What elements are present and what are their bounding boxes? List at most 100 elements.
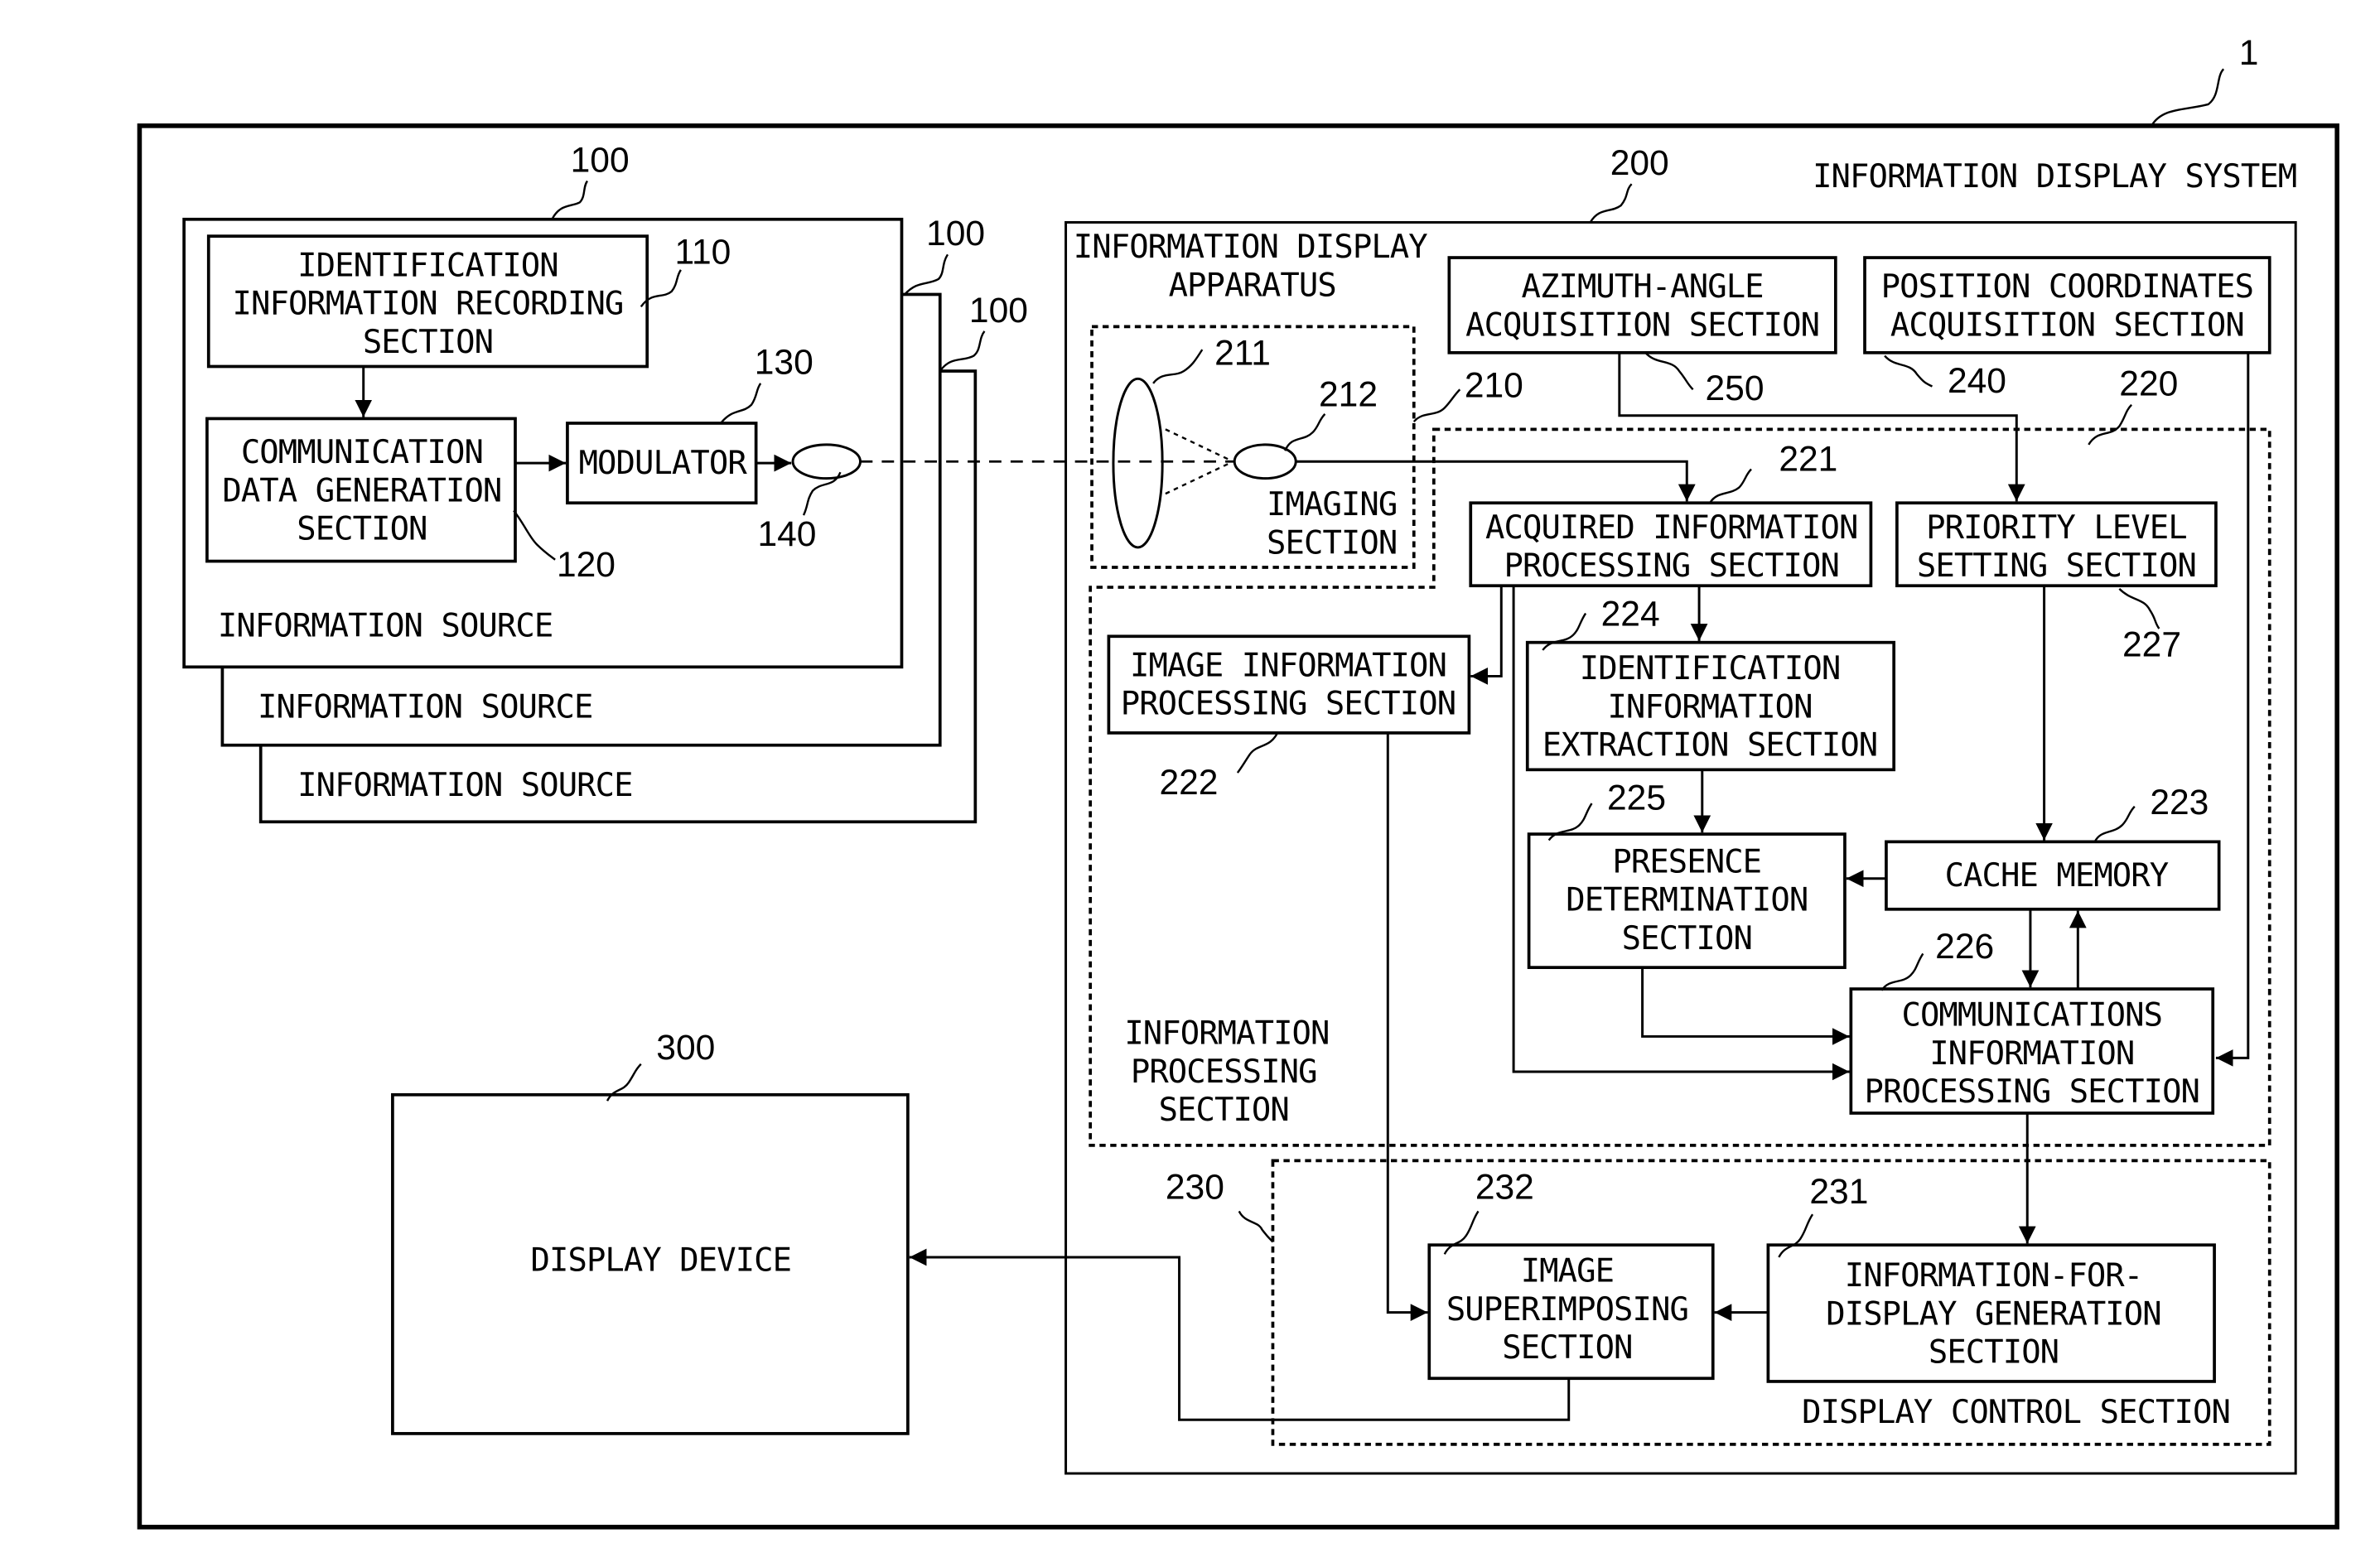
svg-text:DISPLAY DEVICE: DISPLAY DEVICE xyxy=(531,1242,792,1280)
apparatus-label-1: INFORMATION DISPLAY xyxy=(1074,229,1427,266)
svg-text:IMAGE: IMAGE xyxy=(1521,1253,1614,1290)
lens-icon xyxy=(1112,377,1164,549)
svg-text:ACQUIRED INFORMATION: ACQUIRED INFORMATION xyxy=(1485,509,1857,547)
svg-text:IMAGE INFORMATION: IMAGE INFORMATION xyxy=(1130,647,1446,684)
leader-line xyxy=(1412,388,1461,422)
svg-text:PROCESSING SECTION: PROCESSING SECTION xyxy=(1504,547,1839,585)
info-source-label-2: INFORMATION SOURCE xyxy=(258,688,592,726)
leader-line xyxy=(1709,468,1752,504)
display-device: DISPLAY DEVICE xyxy=(391,1092,910,1435)
svg-text:PROCESSING SECTION: PROCESSING SECTION xyxy=(1865,1073,2199,1111)
ref-240: 240 xyxy=(1948,361,2006,401)
processing-label-3: SECTION xyxy=(1159,1092,1289,1129)
position-coordinates-acquisition-section: POSITION COORDINATES ACQUISITION SECTION xyxy=(1863,256,2271,354)
presence-determination-section: PRESENCE DETERMINATION SECTION xyxy=(1527,832,1847,969)
ref-100-c: 100 xyxy=(969,291,1028,330)
svg-text:INFORMATION-FOR-: INFORMATION-FOR- xyxy=(1845,1257,2143,1295)
svg-text:ACQUISITION SECTION: ACQUISITION SECTION xyxy=(1465,306,1819,344)
ref-212: 212 xyxy=(1319,375,1378,415)
id-recording-section: IDENTIFICATION INFORMATION RECORDING SEC… xyxy=(206,234,649,369)
system-ref: 1 xyxy=(2239,33,2259,73)
ref-211: 211 xyxy=(1214,334,1271,374)
cache-memory: CACHE MEMORY xyxy=(1885,840,2221,911)
apparatus-label-2: APPARATUS xyxy=(1169,267,1336,304)
processing-label-2: PROCESSING xyxy=(1131,1054,1317,1091)
modulator: MODULATOR xyxy=(566,422,758,505)
svg-text:SECTION: SECTION xyxy=(1622,920,1752,957)
ref-222: 222 xyxy=(1159,763,1218,803)
svg-text:CACHE MEMORY: CACHE MEMORY xyxy=(1945,857,2169,894)
svg-text:INFORMATION: INFORMATION xyxy=(1929,1035,2134,1073)
block-diagram: INFORMATION DISPLAY SYSTEM 1 INFORMATION… xyxy=(137,33,2339,1530)
info-source-label-1: INFORMATION SOURCE xyxy=(218,607,553,644)
display-control-label: DISPLAY CONTROL SECTION xyxy=(1802,1394,2230,1431)
light-ray xyxy=(1165,428,1231,461)
leader-line xyxy=(2093,805,2136,842)
leader-line xyxy=(1238,1210,1274,1243)
ref-250: 250 xyxy=(1705,369,1764,408)
emitter-icon xyxy=(791,443,862,480)
svg-text:ACQUISITION SECTION: ACQUISITION SECTION xyxy=(1890,306,2244,344)
ref-100-b: 100 xyxy=(926,214,985,253)
ref-224: 224 xyxy=(1601,594,1660,634)
leader-line xyxy=(939,330,986,372)
ref-227: 227 xyxy=(2122,624,2181,664)
image-information-processing-section: IMAGE INFORMATION PROCESSING SECTION xyxy=(1107,634,1471,735)
processing-label-1: INFORMATION xyxy=(1124,1015,1329,1053)
info-source-label-3: INFORMATION SOURCE xyxy=(297,767,632,804)
ref-230: 230 xyxy=(1166,1168,1224,1208)
ref-200: 200 xyxy=(1610,143,1669,183)
leader-line xyxy=(2118,588,2160,629)
ref-231: 231 xyxy=(1809,1172,1868,1212)
leader-line xyxy=(1644,351,1694,391)
svg-text:DETERMINATION: DETERMINATION xyxy=(1566,882,1808,919)
image-superimposing-section: IMAGE SUPERIMPOSING SECTION xyxy=(1427,1243,1715,1381)
ref-226: 226 xyxy=(1935,927,1994,967)
ref-300: 300 xyxy=(656,1028,715,1068)
system-label: INFORMATION DISPLAY SYSTEM xyxy=(1813,158,2296,195)
svg-text:COMMUNICATION: COMMUNICATION xyxy=(241,434,483,471)
ref-120: 120 xyxy=(557,545,616,585)
svg-text:MODULATOR: MODULATOR xyxy=(579,445,748,482)
svg-text:INFORMATION RECORDING: INFORMATION RECORDING xyxy=(233,286,624,323)
svg-text:SECTION: SECTION xyxy=(363,324,493,361)
information-for-display-generation-section: INFORMATION-FOR- DISPLAY GENERATION SECT… xyxy=(1766,1243,2216,1383)
svg-text:SECTION: SECTION xyxy=(1929,1334,2059,1372)
svg-text:EXTRACTION SECTION: EXTRACTION SECTION xyxy=(1542,727,1877,764)
imaging-label-1: IMAGING xyxy=(1267,486,1397,523)
ref-225: 225 xyxy=(1607,778,1666,817)
leader-line xyxy=(1236,732,1279,774)
acquired-information-processing-section: ACQUIRED INFORMATION PROCESSING SECTION xyxy=(1469,501,1873,588)
svg-text:AZIMUTH-ANGLE: AZIMUTH-ANGLE xyxy=(1522,268,1764,306)
leader-line xyxy=(1880,952,1924,991)
leader-line xyxy=(2088,403,2132,446)
leader-line xyxy=(1884,354,1933,388)
svg-text:IDENTIFICATION: IDENTIFICATION xyxy=(297,247,558,284)
ref-232: 232 xyxy=(1475,1168,1534,1208)
svg-text:IDENTIFICATION: IDENTIFICATION xyxy=(1580,650,1841,687)
comm-data-generation-section: COMMUNICATION DATA GENERATION SECTION xyxy=(205,417,517,563)
communications-information-processing-section: COMMUNICATIONS INFORMATION PROCESSING SE… xyxy=(1849,987,2215,1115)
ref-210: 210 xyxy=(1465,366,1523,406)
svg-text:POSITION COORDINATES: POSITION COORDINATES xyxy=(1881,268,2253,306)
leader-line xyxy=(2151,68,2225,127)
svg-text:DISPLAY GENERATION: DISPLAY GENERATION xyxy=(1826,1295,2160,1333)
ref-130: 130 xyxy=(755,343,813,383)
ref-140: 140 xyxy=(757,514,816,554)
priority-level-setting-section: PRIORITY LEVEL SETTING SECTION xyxy=(1895,501,2218,588)
leader-line xyxy=(551,180,589,220)
svg-text:SETTING SECTION: SETTING SECTION xyxy=(1917,547,2196,585)
leader-line xyxy=(1152,349,1204,384)
ref-220: 220 xyxy=(2119,364,2178,404)
light-ray xyxy=(1165,462,1231,495)
ref-100-a: 100 xyxy=(571,140,630,180)
ref-221: 221 xyxy=(1779,439,1837,479)
leader-line xyxy=(1284,413,1326,451)
svg-text:PROCESSING SECTION: PROCESSING SECTION xyxy=(1121,686,1456,723)
svg-text:SECTION: SECTION xyxy=(1502,1329,1632,1367)
ref-110: 110 xyxy=(675,232,731,272)
svg-text:SUPERIMPOSING: SUPERIMPOSING xyxy=(1446,1291,1688,1328)
leader-line xyxy=(1589,183,1633,224)
svg-text:DATA GENERATION: DATA GENERATION xyxy=(222,472,501,509)
svg-text:SECTION: SECTION xyxy=(297,511,427,548)
